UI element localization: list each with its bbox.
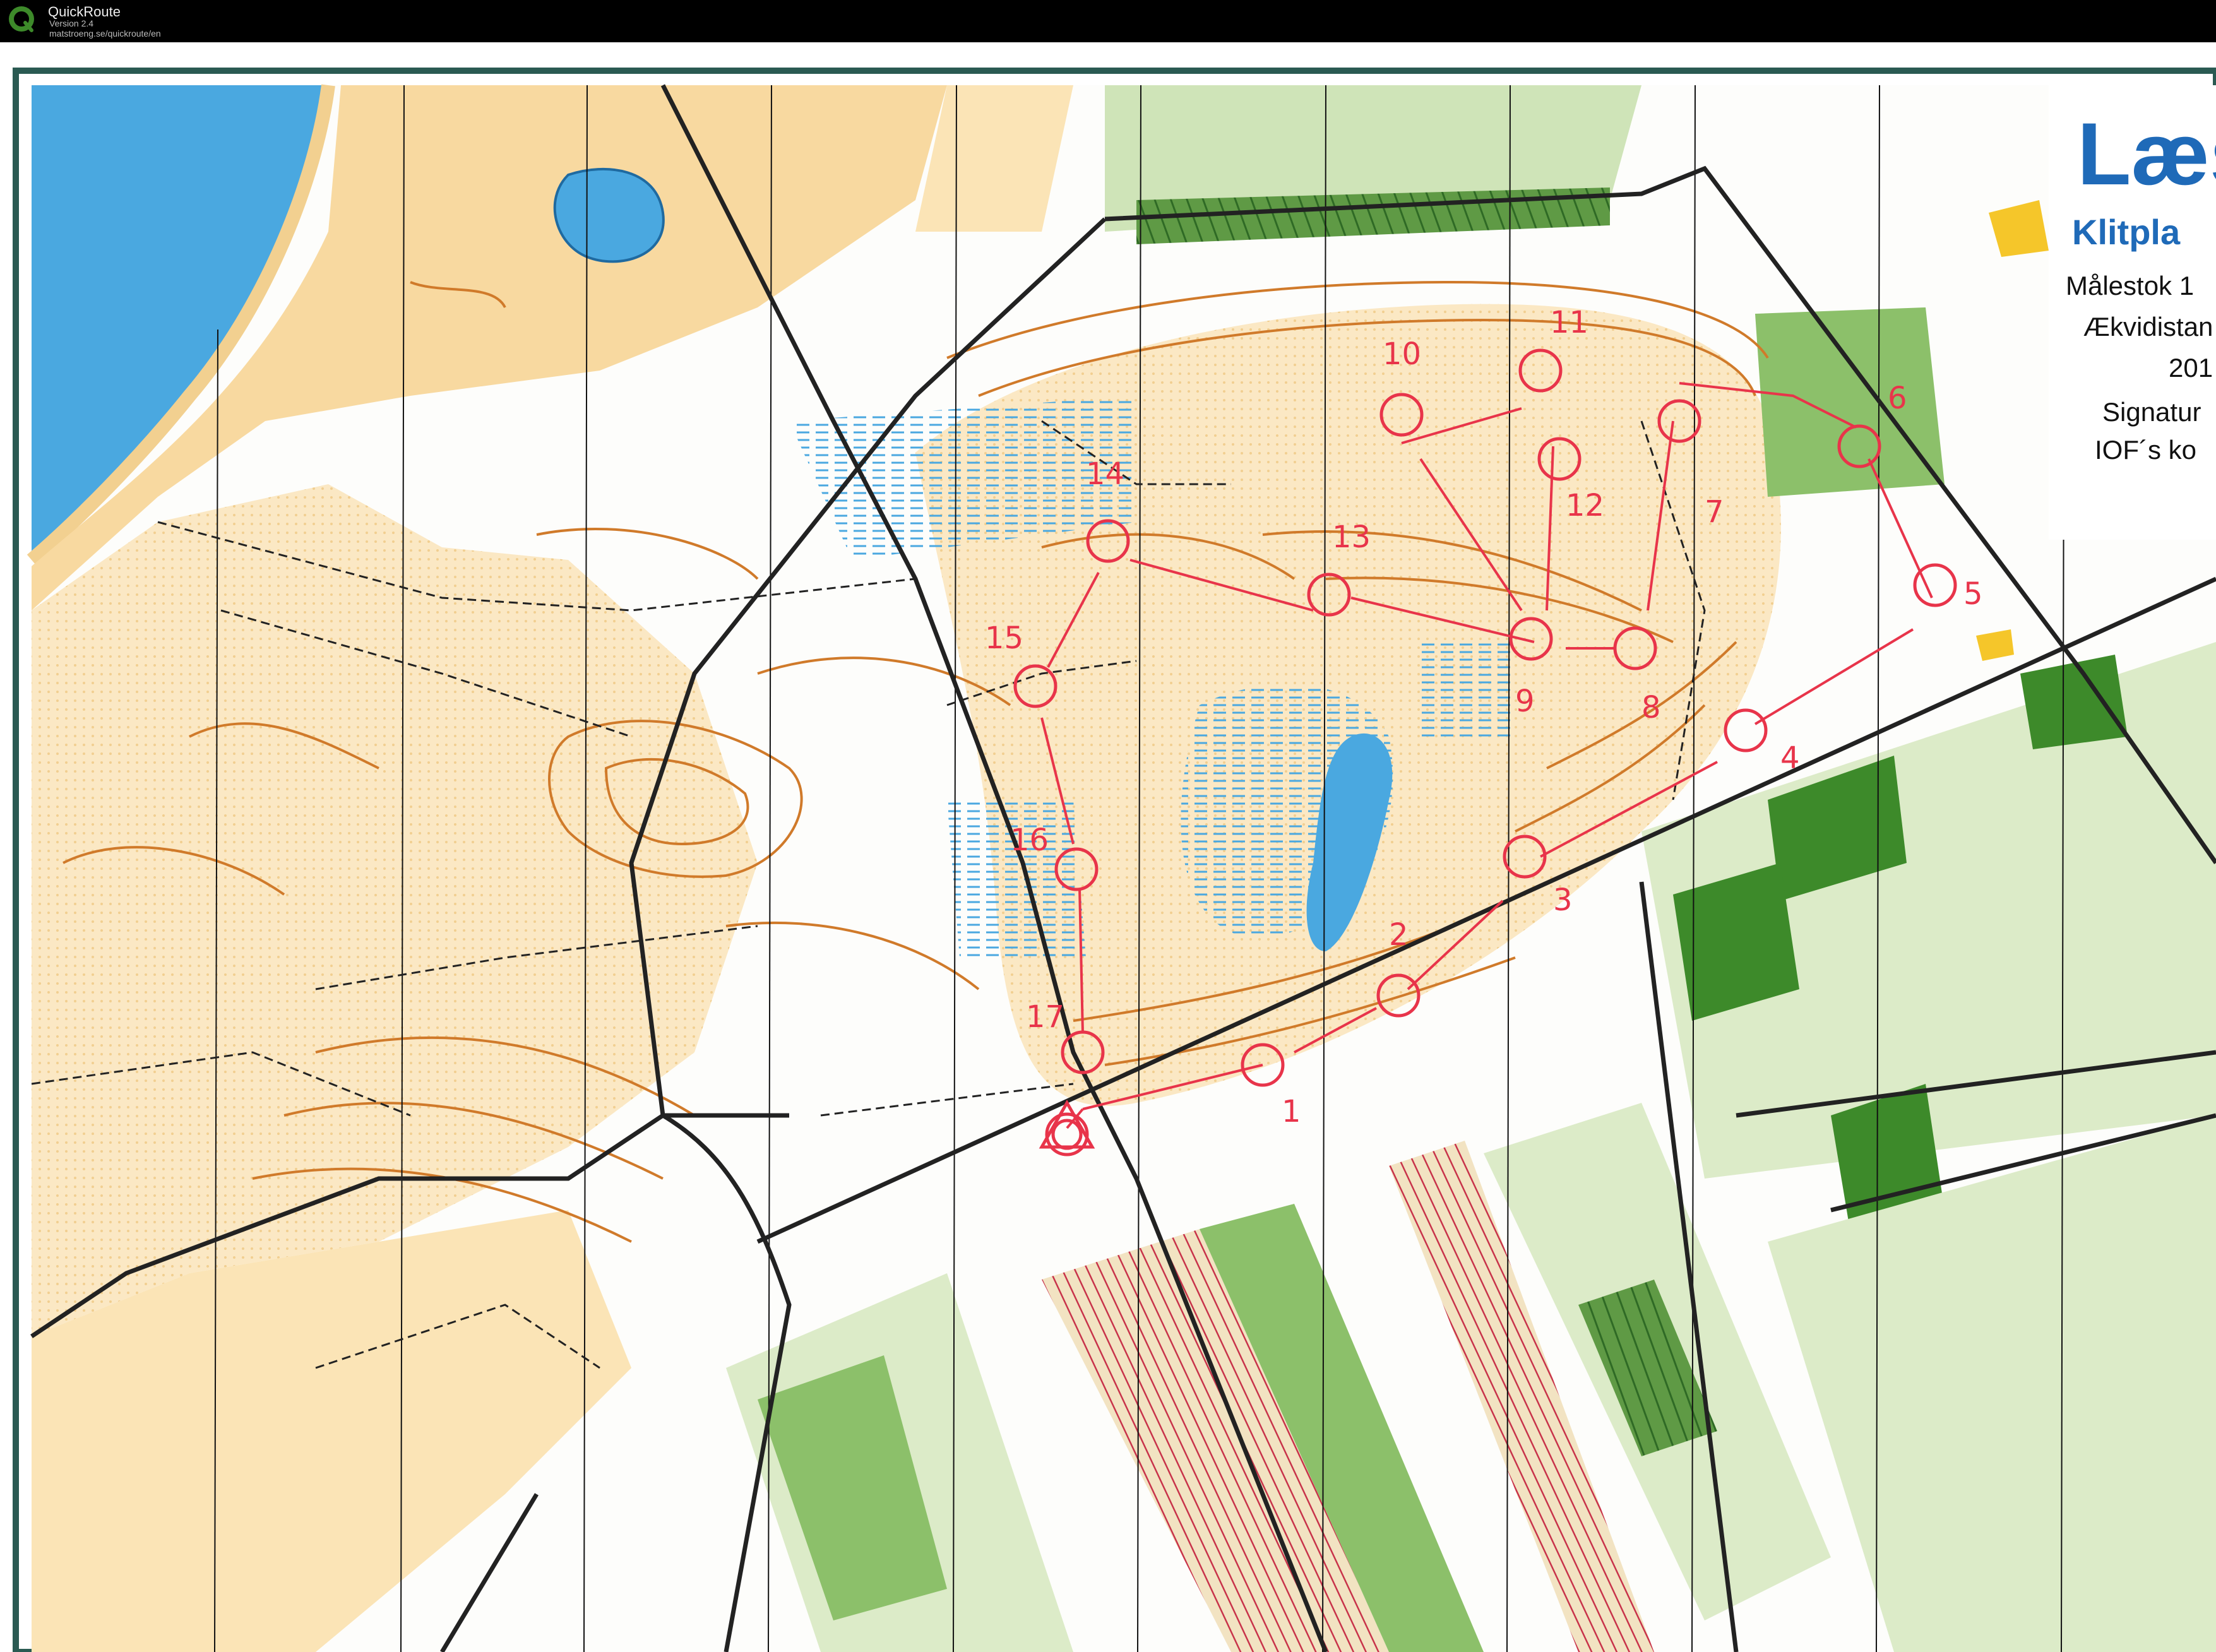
pond-north [553,167,665,263]
control-3-number: 3 [1553,882,1573,918]
window-titlebar: QuickRoute Version 2.4 matstroeng.se/qui… [0,0,2216,42]
control-10-number: 10 [1383,336,1421,372]
control-2-number: 2 [1389,917,1409,953]
control-16-number: 16 [1010,823,1049,858]
control-15-number: 15 [985,621,1023,656]
legend-contour-interval: Ækvidistan [2083,312,2213,342]
legend-scale: Målestok 1 [2066,271,2194,300]
app-version: Version 2.4 [49,18,94,28]
control-13-number: 13 [1332,520,1371,555]
control-7-number: 7 [1705,494,1724,530]
map-viewport[interactable]: 1 2 3 4 5 6 7 8 9 10 11 12 13 14 15 16 1… [0,42,2216,1652]
legend-symbols: Signatur [2102,397,2201,427]
legend-year: 201 [2169,353,2213,383]
map-title: Læs [2077,104,2216,203]
control-11-number: 11 [1550,305,1588,340]
quickroute-logo-icon [9,6,34,32]
control-12-number: 12 [1566,488,1604,523]
marsh-east [1421,642,1515,737]
control-6-number: 6 [1888,381,1907,416]
orienteering-map[interactable]: 1 2 3 4 5 6 7 8 9 10 11 12 13 14 15 16 1… [0,42,2216,1652]
control-14-number: 14 [1086,456,1124,492]
map-subtitle: Klitpla [2072,212,2181,252]
green-block-ne [1755,307,1945,497]
control-4-number: 4 [1780,740,1800,776]
control-9-number: 9 [1515,684,1535,719]
control-8-number: 8 [1641,690,1661,725]
control-1-number: 1 [1282,1094,1301,1129]
control-5-number: 5 [1963,576,1983,612]
control-17-number: 17 [1026,999,1064,1035]
legend-iof: IOF´s ko [2095,435,2196,465]
app-url: matstroeng.se/quickroute/en [49,28,161,39]
